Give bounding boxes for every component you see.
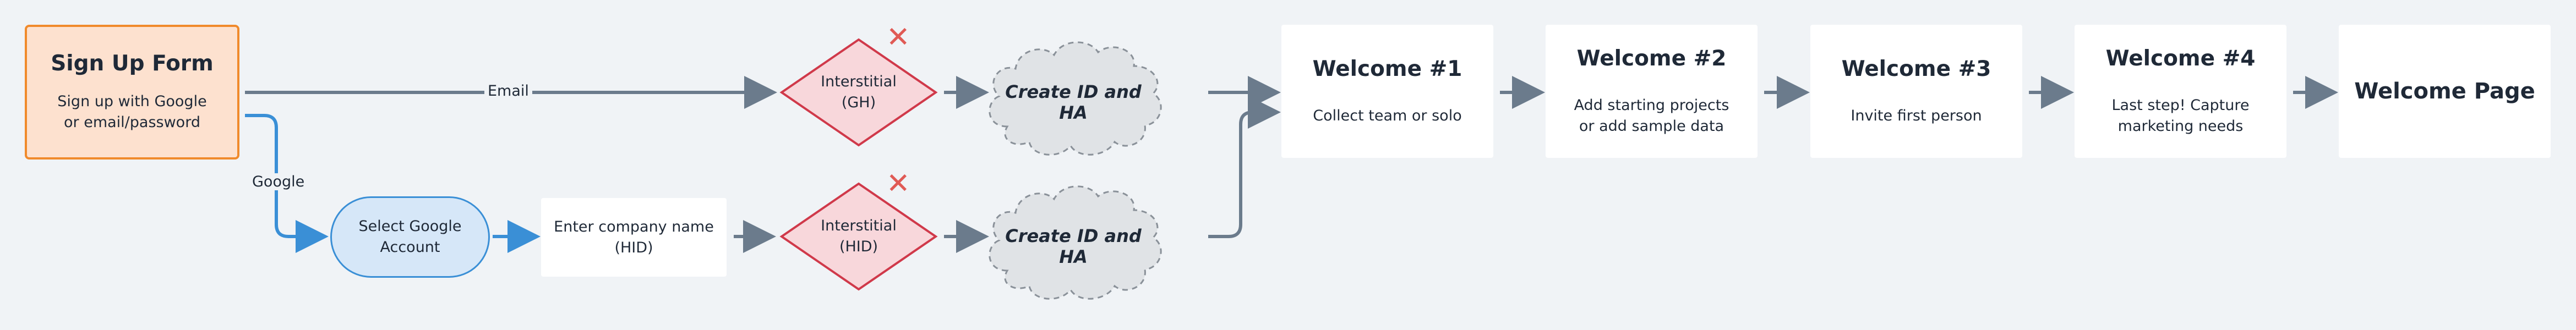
welcome-page-card: Welcome Page bbox=[2339, 25, 2551, 158]
welcome-4-desc-1: Last step! Capture bbox=[2111, 96, 2250, 114]
close-x-icon: ✕ bbox=[886, 21, 910, 54]
sign-up-form-subtitle-2: or email/password bbox=[64, 114, 200, 131]
select-google-account-node: Select Google Account bbox=[330, 196, 490, 278]
welcome-3-card: Welcome #3 Invite first person bbox=[1810, 25, 2022, 158]
enter-company-name-node: Enter company name (HID) bbox=[541, 198, 727, 277]
welcome-3-title: Welcome #3 bbox=[1841, 56, 1991, 81]
close-x-icon: ✕ bbox=[886, 167, 910, 200]
interstitial-gh-label: Interstitial (GH) bbox=[793, 72, 925, 113]
welcome-1-card: Welcome #1 Collect team or solo bbox=[1281, 25, 1493, 158]
cloud-top-label: Create ID and HA bbox=[1005, 81, 1142, 123]
welcome-2-card: Welcome #2 Add starting projects or add … bbox=[1546, 25, 1758, 158]
welcome-1-title: Welcome #1 bbox=[1312, 56, 1462, 81]
welcome-2-title: Welcome #2 bbox=[1576, 46, 1727, 71]
enter-company-name-line1: Enter company name bbox=[554, 218, 714, 235]
welcome-4-card: Welcome #4 Last step! Capture marketing … bbox=[2075, 25, 2286, 158]
interstitial-gh-line2: (GH) bbox=[841, 94, 876, 111]
enter-company-name-line2: (HID) bbox=[614, 239, 653, 256]
interstitial-hid-line2: (HID) bbox=[839, 238, 878, 255]
interstitial-hid-line1: Interstitial bbox=[821, 217, 897, 234]
welcome-4-title: Welcome #4 bbox=[2105, 46, 2256, 71]
welcome-3-desc: Invite first person bbox=[1851, 107, 1982, 124]
interstitial-gh-line1: Interstitial bbox=[821, 73, 897, 90]
edge-label-email: Email bbox=[484, 82, 532, 100]
cloud-bottom-label: Create ID and HA bbox=[1005, 226, 1142, 267]
select-google-account-line1: Select Google bbox=[358, 218, 462, 235]
sign-up-form-node: Sign Up Form Sign up with Google or emai… bbox=[25, 25, 239, 160]
select-google-account-line2: Account bbox=[380, 239, 440, 256]
welcome-2-desc-1: Add starting projects bbox=[1574, 96, 1729, 114]
sign-up-form-subtitle-1: Sign up with Google bbox=[57, 93, 207, 110]
edge-cloud-bottom-to-welcome1 bbox=[1208, 96, 1281, 238]
welcome-page-title: Welcome Page bbox=[2354, 79, 2535, 104]
sign-up-form-title: Sign Up Form bbox=[51, 51, 214, 76]
edge-label-google: Google bbox=[249, 173, 308, 190]
welcome-1-desc: Collect team or solo bbox=[1313, 107, 1462, 124]
welcome-4-desc-2: marketing needs bbox=[2117, 117, 2244, 135]
welcome-2-desc-2: or add sample data bbox=[1579, 117, 1724, 135]
interstitial-hid-label: Interstitial (HID) bbox=[793, 216, 925, 257]
